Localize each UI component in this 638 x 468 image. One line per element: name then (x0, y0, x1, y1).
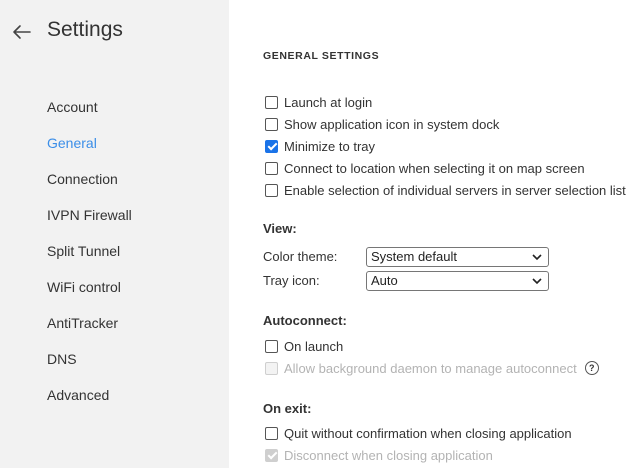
tray-icon-value: Auto (371, 273, 398, 288)
sidebar-item-connection[interactable]: Connection (47, 171, 118, 187)
color-theme-value: System default (371, 249, 457, 264)
tray-icon-label: Tray icon: (263, 273, 320, 288)
autoconnect-on-launch-label: On launch (284, 338, 344, 354)
general-settings-panel: GENERAL SETTINGS Launch at login Show ap… (229, 0, 638, 468)
chevron-down-icon (532, 278, 542, 285)
show-dock-icon-label: Show application icon in system dock (284, 116, 500, 132)
minimize-to-tray-label: Minimize to tray (284, 138, 376, 154)
color-theme-select[interactable]: System default (366, 247, 549, 267)
connect-on-map-select-checkbox[interactable] (265, 161, 278, 175)
connect-on-map-select-label: Connect to location when selecting it on… (284, 160, 585, 176)
autoconnect-on-launch-option[interactable]: On launch (265, 336, 343, 356)
individual-servers-checkbox[interactable] (265, 183, 278, 197)
minimize-to-tray-checkbox[interactable] (265, 139, 278, 153)
sidebar-item-dns[interactable]: DNS (47, 351, 77, 367)
launch-at-login-label: Launch at login (284, 94, 373, 110)
sidebar-item-wifi-control[interactable]: WiFi control (47, 279, 121, 295)
sidebar-item-ivpn-firewall[interactable]: IVPN Firewall (47, 207, 132, 223)
minimize-to-tray-option[interactable]: Minimize to tray (265, 136, 375, 156)
show-dock-icon-checkbox[interactable] (265, 117, 278, 131)
autoconnect-on-launch-checkbox[interactable] (265, 339, 278, 353)
section-title: GENERAL SETTINGS (263, 50, 380, 62)
sidebar-item-antitracker[interactable]: AntiTracker (47, 315, 118, 331)
background-daemon-option: Allow background daemon to manage autoco… (265, 358, 599, 378)
color-theme-label: Color theme: (263, 249, 338, 264)
disconnect-on-close-label: Disconnect when closing application (284, 447, 493, 463)
page-title: Settings (47, 18, 123, 41)
quit-without-confirmation-label: Quit without confirmation when closing a… (284, 425, 572, 441)
sidebar-item-general[interactable]: General (47, 135, 97, 151)
launch-at-login-option[interactable]: Launch at login (265, 92, 372, 112)
sidebar-item-advanced[interactable]: Advanced (47, 387, 109, 403)
tray-icon-select[interactable]: Auto (366, 271, 549, 291)
individual-servers-label: Enable selection of individual servers i… (284, 182, 626, 198)
autoconnect-heading: Autoconnect: (263, 313, 347, 328)
individual-servers-option[interactable]: Enable selection of individual servers i… (265, 180, 626, 200)
on-exit-heading: On exit: (263, 401, 312, 416)
connect-on-map-select-option[interactable]: Connect to location when selecting it on… (265, 158, 585, 178)
disconnect-on-close-checkbox (265, 448, 278, 462)
launch-at-login-checkbox[interactable] (265, 95, 278, 109)
back-arrow-icon[interactable] (10, 20, 34, 44)
view-heading: View: (263, 221, 297, 236)
quit-without-confirmation-checkbox[interactable] (265, 426, 278, 440)
sidebar-item-split-tunnel[interactable]: Split Tunnel (47, 243, 120, 259)
sidebar: Settings Account General Connection IVPN… (0, 0, 229, 468)
show-dock-icon-option[interactable]: Show application icon in system dock (265, 114, 499, 134)
sidebar-item-account[interactable]: Account (47, 99, 98, 115)
quit-without-confirmation-option[interactable]: Quit without confirmation when closing a… (265, 423, 572, 443)
chevron-down-icon (532, 254, 542, 261)
help-icon[interactable]: ? (584, 361, 599, 375)
background-daemon-label: Allow background daemon to manage autoco… (284, 360, 577, 376)
background-daemon-checkbox (265, 361, 278, 375)
disconnect-on-close-option: Disconnect when closing application (265, 445, 493, 465)
